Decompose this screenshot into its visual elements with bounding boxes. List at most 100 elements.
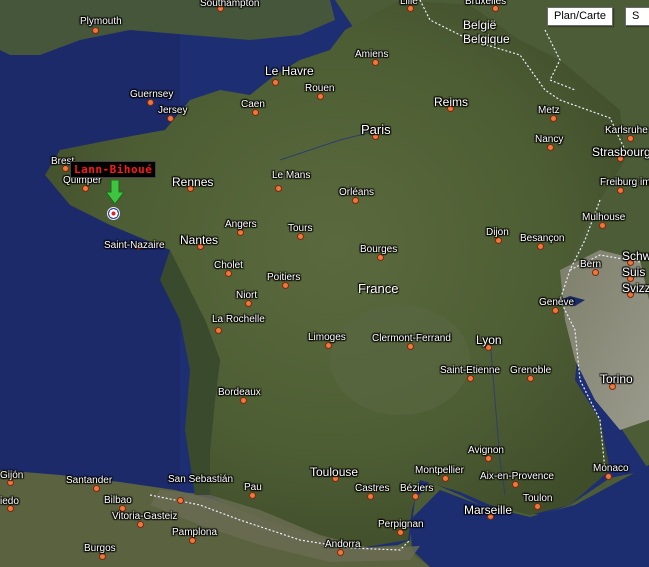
city-label: Santander xyxy=(66,475,113,486)
country-label-belgique: België Belgique xyxy=(463,18,510,46)
city-label: Metz xyxy=(538,105,560,116)
city-dot-icon xyxy=(99,553,106,560)
city-label: Svizz xyxy=(622,281,649,295)
city-dot-icon xyxy=(189,537,196,544)
city-label: Guernsey xyxy=(130,89,174,100)
city-label: Schw xyxy=(622,249,649,263)
city-dot-icon xyxy=(245,300,252,307)
city-dot-icon xyxy=(442,475,449,482)
city-label: Bilbao xyxy=(104,495,132,506)
city-label: Bordeaux xyxy=(218,387,261,398)
city-label: Nancy xyxy=(535,134,564,145)
city-label: Toulon xyxy=(523,493,553,504)
city-dot-icon xyxy=(599,222,606,229)
city-label: Besançon xyxy=(520,233,565,244)
city-label: Genève xyxy=(539,297,575,308)
city-label: Rouen xyxy=(305,83,335,94)
satellite-map[interactable]: Plan/Carte S België Belgique France Plym… xyxy=(0,0,649,567)
city-label: Burgos xyxy=(84,543,116,554)
city-label: Vitoria-Gasteiz xyxy=(112,511,178,522)
city-label: Le Mans xyxy=(272,170,311,181)
city-dot-icon xyxy=(272,79,279,86)
marker-label[interactable]: Lann-Bihoué xyxy=(70,161,157,178)
country-line: Belgique xyxy=(463,32,510,46)
city-label: Plymouth xyxy=(80,16,122,27)
city-label: Avignon xyxy=(468,445,504,456)
city-label: Bern xyxy=(580,259,602,270)
country-label-france: France xyxy=(358,281,399,296)
city-dot-icon xyxy=(412,493,419,500)
city-dot-icon xyxy=(93,485,100,492)
city-label: Pau xyxy=(244,482,262,493)
city-label: Toulouse xyxy=(310,465,359,479)
city-dot-icon xyxy=(325,342,332,349)
city-dot-icon xyxy=(317,93,324,100)
city-label: iedo xyxy=(0,496,19,507)
city-dot-icon xyxy=(527,375,534,382)
city-dot-icon xyxy=(550,115,557,122)
plan-carte-button[interactable]: Plan/Carte xyxy=(547,7,613,26)
city-label: Perpignan xyxy=(378,519,424,530)
city-dot-icon xyxy=(137,521,144,528)
city-dot-icon xyxy=(167,115,174,122)
city-label: Andorra xyxy=(325,539,361,550)
city-label: Gijón xyxy=(0,470,24,481)
city-label: Angers xyxy=(225,219,257,230)
city-dot-icon xyxy=(485,455,492,462)
arrow-down-icon[interactable] xyxy=(106,180,124,204)
city-label: Nantes xyxy=(180,233,219,247)
city-label: Tours xyxy=(288,223,313,234)
city-dot-icon xyxy=(147,99,154,106)
city-dot-icon xyxy=(547,144,554,151)
city-label: Freiburg im Breisgau xyxy=(600,177,649,188)
city-label: Torino xyxy=(600,372,633,386)
city-label: Paris xyxy=(361,122,391,137)
city-label: Le Havre xyxy=(265,64,314,78)
city-label: Suis xyxy=(622,265,646,279)
city-label: La Rochelle xyxy=(212,314,265,325)
city-label: Rennes xyxy=(172,175,214,189)
city-label: Bruxelles xyxy=(465,0,507,7)
city-dot-icon xyxy=(92,27,99,34)
city-label: Bourges xyxy=(360,244,398,255)
city-dot-icon xyxy=(552,307,559,314)
city-label: Poitiers xyxy=(267,272,301,283)
city-label: Dijon xyxy=(486,227,509,238)
city-label: Lille xyxy=(400,0,418,7)
city-label: Jersey xyxy=(158,105,188,116)
city-label: Pamplona xyxy=(172,527,218,538)
city-dot-icon xyxy=(237,229,244,236)
city-dot-icon xyxy=(372,59,379,66)
city-label: Amiens xyxy=(355,49,389,60)
city-label: Béziers xyxy=(400,483,434,494)
city-dot-icon xyxy=(605,473,612,480)
satellite-button[interactable]: S xyxy=(625,7,649,26)
city-dot-icon xyxy=(225,270,232,277)
city-dot-icon xyxy=(534,503,541,510)
city-label: Aix-en-Provence xyxy=(480,471,554,482)
city-label: San Sebastián xyxy=(168,474,234,485)
city-dot-icon xyxy=(467,375,474,382)
air-base-roundel-icon[interactable] xyxy=(107,207,120,220)
country-line: België xyxy=(463,18,497,32)
city-dot-icon xyxy=(337,549,344,556)
city-label: Grenoble xyxy=(510,365,552,376)
city-dot-icon xyxy=(495,237,502,244)
city-dot-icon xyxy=(240,397,247,404)
city-dot-icon xyxy=(177,497,184,504)
city-label: Clermont-Ferrand xyxy=(372,333,451,344)
city-dot-icon xyxy=(377,254,384,261)
city-label: Strasbourg xyxy=(592,145,649,159)
city-label: Cholet xyxy=(214,260,243,271)
city-label: Niort xyxy=(236,290,258,301)
city-label: Monaco xyxy=(593,463,629,474)
city-dot-icon xyxy=(512,481,519,488)
city-label: Mulhouse xyxy=(582,212,626,223)
city-dot-icon xyxy=(397,529,404,536)
city-dot-icon xyxy=(627,135,634,142)
city-label: Marseille xyxy=(464,503,513,517)
city-dot-icon xyxy=(367,493,374,500)
city-label: Orléans xyxy=(339,187,375,198)
city-dot-icon xyxy=(275,185,282,192)
city-label: Saint-Etienne xyxy=(440,365,501,376)
